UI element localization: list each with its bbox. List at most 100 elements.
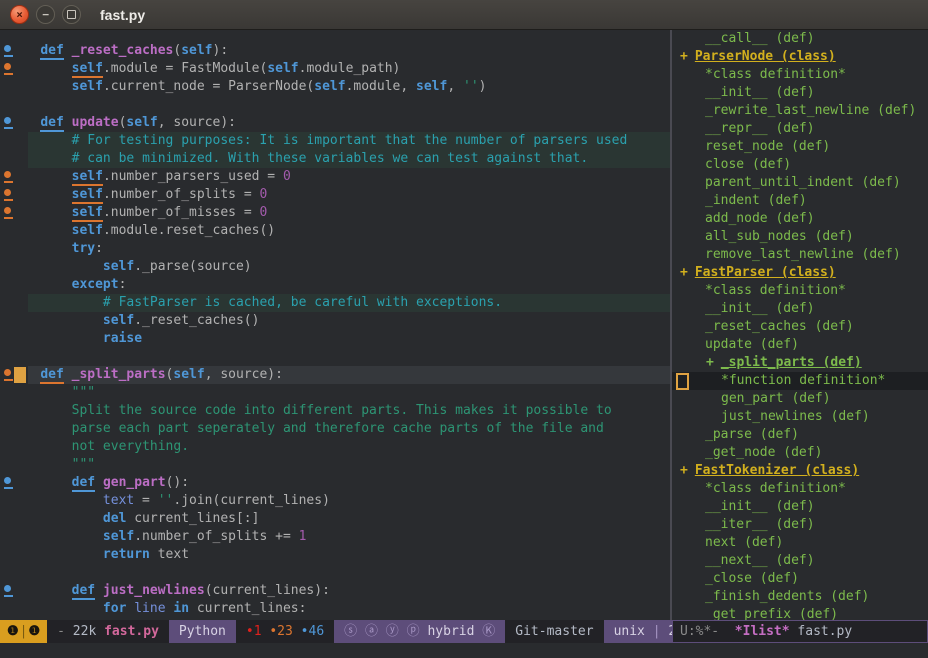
code-token: self: [72, 79, 103, 94]
flycheck-segment[interactable]: •1 •23 •46: [236, 620, 334, 643]
code-line[interactable]: self.module.reset_caches(): [0, 222, 670, 240]
code-line[interactable]: parse each part seperately and therefore…: [0, 420, 670, 438]
minor-modes-segment[interactable]: ⓢ ⓐ ⓨ ⓟ hybrid Ⓚ: [334, 620, 505, 643]
code-token: current_lines[:]: [126, 511, 259, 526]
code-token: gen_part: [103, 475, 166, 490]
code-line[interactable]: def gen_part():: [0, 474, 670, 492]
outline-item[interactable]: *class definition*: [672, 66, 928, 84]
outline-pane[interactable]: __call__ (def)+ParserNode (class)*class …: [672, 30, 928, 620]
code-line[interactable]: except:: [0, 276, 670, 294]
code-line[interactable]: [0, 96, 670, 114]
outline-item-label: __iter__ (def): [705, 517, 815, 532]
outline-item[interactable]: __init__ (def): [672, 498, 928, 516]
code-line[interactable]: self._reset_caches(): [0, 312, 670, 330]
code-line[interactable]: [0, 348, 670, 366]
outline-item[interactable]: _reset_caches (def): [672, 318, 928, 336]
code-line[interactable]: not everything.: [0, 438, 670, 456]
code-text: self.module.reset_caches(): [9, 222, 275, 240]
major-mode-segment[interactable]: Python: [169, 620, 236, 643]
vc-segment[interactable]: Git-master: [505, 620, 603, 643]
code-line[interactable]: self.number_of_misses = 0: [0, 204, 670, 222]
code-token: not everything.: [72, 439, 189, 454]
modeline-text: Ⓚ: [482, 620, 495, 643]
code-line[interactable]: def update(self, source):: [0, 114, 670, 132]
outline-item[interactable]: remove_last_newline (def): [672, 246, 928, 264]
outline-item[interactable]: reset_node (def): [672, 138, 928, 156]
outline-item[interactable]: all_sub_nodes (def): [672, 228, 928, 246]
outline-item[interactable]: _get_node (def): [672, 444, 928, 462]
code-line[interactable]: # FastParser is cached, be careful with …: [0, 294, 670, 312]
outline-item[interactable]: close (def): [672, 156, 928, 174]
outline-class-item[interactable]: +FastTokenizer (class): [672, 462, 928, 480]
code-line[interactable]: self.number_parsers_used = 0: [0, 168, 670, 186]
outline-item[interactable]: add_node (def): [672, 210, 928, 228]
outline-item-label: __call__ (def): [705, 31, 815, 46]
outline-item[interactable]: just_newlines (def): [672, 408, 928, 426]
code-line[interactable]: def just_newlines(current_lines):: [0, 582, 670, 600]
outline-item[interactable]: parent_until_indent (def): [672, 174, 928, 192]
close-button[interactable]: ×: [10, 5, 29, 24]
code-token: ._reset_caches(): [134, 313, 259, 328]
code-line[interactable]: try:: [0, 240, 670, 258]
code-text: def gen_part():: [9, 474, 189, 492]
outline-item-label: gen_part (def): [721, 391, 831, 406]
modeline-text: •23: [269, 620, 292, 643]
outline-item[interactable]: *class definition*: [672, 480, 928, 498]
code-line[interactable]: def _reset_caches(self):: [0, 42, 670, 60]
code-token: self: [72, 187, 103, 204]
modeline-outline[interactable]: U:%*- *Ilist* fast.py: [672, 620, 928, 643]
code-token: [9, 151, 72, 166]
code-line[interactable]: # For testing purposes: It is important …: [0, 132, 670, 150]
code-line[interactable]: return text: [0, 546, 670, 564]
outline-item[interactable]: __next__ (def): [672, 552, 928, 570]
code-line[interactable]: """: [0, 456, 670, 474]
outline-item[interactable]: gen_part (def): [672, 390, 928, 408]
outline-item[interactable]: _indent (def): [672, 192, 928, 210]
code-line[interactable]: # can be minimized. With these variables…: [0, 150, 670, 168]
code-line[interactable]: for line in current_lines:: [0, 600, 670, 618]
code-line[interactable]: Split the source code into different par…: [0, 402, 670, 420]
code-line[interactable]: self.current_node = ParserNode(self.modu…: [0, 78, 670, 96]
code-line[interactable]: self.number_of_splits += 1: [0, 528, 670, 546]
code-line[interactable]: self._parse(source): [0, 258, 670, 276]
code-line[interactable]: self.number_of_splits = 0: [0, 186, 670, 204]
code-token: , source):: [205, 367, 283, 382]
code-text: def _reset_caches(self):: [9, 42, 228, 60]
outline-item[interactable]: __call__ (def): [672, 30, 928, 48]
outline-item-label: just_newlines (def): [721, 409, 870, 424]
echo-area[interactable]: [0, 643, 928, 658]
modeline-text: [719, 621, 735, 642]
outline-item-label: update (def): [705, 337, 799, 352]
outline-item[interactable]: __iter__ (def): [672, 516, 928, 534]
code-line[interactable]: del current_lines[:]: [0, 510, 670, 528]
code-line[interactable]: text = ''.join(current_lines): [0, 492, 670, 510]
code-token: [9, 385, 72, 400]
outline-item[interactable]: __init__ (def): [672, 84, 928, 102]
outline-item[interactable]: _rewrite_last_newline (def): [672, 102, 928, 120]
buffer-info-segment[interactable]: - 22k fast.py: [47, 620, 169, 643]
outline-item[interactable]: *function definition*: [672, 372, 928, 390]
code-token: [95, 583, 103, 598]
outline-item[interactable]: _get_prefix (def): [672, 606, 928, 620]
outline-item[interactable]: _close (def): [672, 570, 928, 588]
outline-item[interactable]: *class definition*: [672, 282, 928, 300]
code-line[interactable]: [0, 564, 670, 582]
outline-class-item[interactable]: +FastParser (class): [672, 264, 928, 282]
outline-item[interactable]: _finish_dedents (def): [672, 588, 928, 606]
code-token: def: [40, 43, 63, 60]
maximize-button[interactable]: [62, 5, 81, 24]
window-number-segment[interactable]: ❶|❶: [0, 620, 47, 643]
code-line[interactable]: raise: [0, 330, 670, 348]
outline-item[interactable]: __repr__ (def): [672, 120, 928, 138]
code-line[interactable]: self.module = FastModule(self.module_pat…: [0, 60, 670, 78]
outline-item[interactable]: update (def): [672, 336, 928, 354]
minimize-button[interactable]: −: [36, 5, 55, 24]
code-editor[interactable]: def _reset_caches(self): self.module = F…: [0, 30, 670, 620]
outline-item[interactable]: +_split_parts (def): [672, 354, 928, 372]
code-line[interactable]: def _split_parts(self, source):: [0, 366, 670, 384]
outline-item[interactable]: _parse (def): [672, 426, 928, 444]
outline-item[interactable]: next (def): [672, 534, 928, 552]
outline-class-item[interactable]: +ParserNode (class): [672, 48, 928, 66]
code-line[interactable]: """: [0, 384, 670, 402]
outline-item[interactable]: __init__ (def): [672, 300, 928, 318]
